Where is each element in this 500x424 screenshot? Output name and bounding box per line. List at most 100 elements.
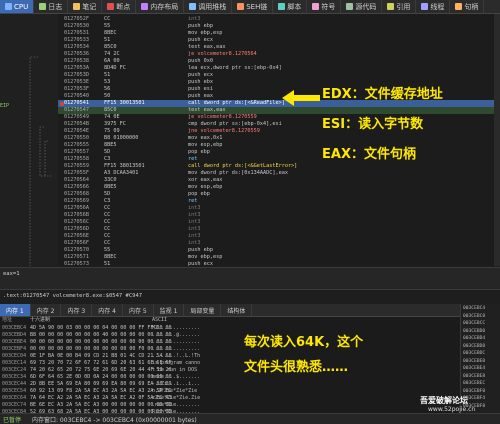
disasm-row[interactable]: 01270569 C3 ret [0, 198, 500, 205]
disasm-row[interactable]: 0127054B 3975 FC cmp dword ptr ss:[ebp-0x4… [0, 121, 500, 128]
disasm-row[interactable]: 0127053D 51 push ecx [0, 72, 500, 79]
dump-tab-6[interactable]: 局部变量 [184, 304, 222, 316]
dump-header-hex: 十六进制 [30, 317, 51, 323]
dump-row[interactable]: 003CEC44 2D 8B EE 5A 69 EA 80 09 69 EA 80… [0, 381, 460, 388]
tab-6[interactable]: SEH链 [232, 0, 274, 13]
disasm-row[interactable]: 0127056E CC int3 [0, 233, 500, 240]
disasm-addr: 0127056E [64, 233, 89, 239]
disassembly-view[interactable]: 0127052F CC int3 01270530 55 push ebp 01270531… [0, 14, 500, 267]
disasm-row[interactable]: 01270557 5D pop ebp [0, 149, 500, 156]
dump-tab-2[interactable]: 内存 3 [61, 304, 93, 316]
tab-4[interactable]: 内存布局 [136, 0, 185, 13]
dump-addr: 003CEC44 [2, 381, 27, 387]
disasm-row[interactable]: 01270559 FF15 38013501 call dword ptr ds:[… [0, 163, 500, 170]
disasm-addr: 01270566 [64, 184, 89, 190]
tab-icon [189, 3, 197, 10]
dump-row[interactable]: 003CEC14 69 73 20 70 72 6F 67 72 61 6D 20… [0, 360, 460, 367]
stack-entry[interactable]: 003CEBC4 [463, 306, 485, 311]
dump-row[interactable]: 003CEC64 7A 64 EC A2 2A 5A EC A3 2A 5A EC… [0, 395, 460, 402]
disasm-row[interactable]: 0127056D CC int3 [0, 226, 500, 233]
tab-icon [237, 3, 245, 10]
address-info-text: .text:01270547 volcemeter8.exe:$0547 #C9… [3, 293, 143, 299]
disasm-row[interactable]: 01270531 8BEC mov ebp,esp [0, 30, 500, 37]
dump-tab-0[interactable]: 内存 1 [0, 304, 31, 316]
tab-7[interactable]: 脚本 [273, 0, 308, 13]
disasm-row[interactable]: 0127055F A3 DCAA3401 mov dword ptr ds:[0x1… [0, 170, 500, 177]
stack-entry[interactable]: 003CEBD8 [463, 344, 485, 349]
stack-entry[interactable]: 003CEBE4 [463, 366, 485, 371]
dump-header: 地址 十六进制 ASCII [0, 317, 460, 324]
stack-entry[interactable]: 003CEBF0 [463, 389, 485, 394]
dump-row[interactable]: 003CEBE4 00 00 00 00 00 00 00 00 00 00 00… [0, 339, 460, 346]
disasm-row[interactable]: 01270570 55 push ebp [0, 247, 500, 254]
disasm-row[interactable]: 0127056B CC int3 [0, 212, 500, 219]
memory-dump-view[interactable]: 地址 十六进制 ASCII 003CEBC4 4D 5A 90 00 03 00 … [0, 317, 460, 415]
dump-row[interactable]: 003CEC24 74 20 62 65 20 72 75 6E 20 69 6E… [0, 367, 460, 374]
dump-row[interactable]: 003CEC74 BE 6E EC A3 2A 5A EC A3 00 00 00… [0, 402, 460, 409]
dump-row[interactable]: 003CEBC4 4D 5A 90 00 03 00 00 00 04 00 00… [0, 325, 460, 332]
disasm-row[interactable]: 0127053A 8D4D FC lea ecx,dword ptr ss:[ebp… [0, 65, 500, 72]
disasm-bytes: CC [104, 226, 111, 232]
tab-9[interactable]: 源代码 [341, 0, 383, 13]
stack-entry[interactable]: 003CEBC8 [463, 314, 485, 319]
tab-1[interactable]: 日志 [34, 0, 69, 13]
disasm-addr: 01270531 [64, 30, 89, 36]
dump-row[interactable]: 003CEBF4 00 00 00 00 00 00 00 00 00 00 00… [0, 346, 460, 353]
disasm-row[interactable]: 01270549 74 0E je volcemeter8.1270559 [0, 114, 500, 121]
dump-tab-4[interactable]: 内存 5 [123, 304, 154, 316]
dump-row[interactable]: 003CEC04 0E 1F BA 0E 00 B4 09 CD 21 B8 01… [0, 353, 460, 360]
disasm-row[interactable]: 0127054E 75 09 jne volcemeter8.1270559 [0, 128, 500, 135]
disasm-row[interactable]: 01270558 C3 ret [0, 156, 500, 163]
stack-entry[interactable]: 003CEBE0 [463, 359, 485, 364]
tab-label: SEH链 [246, 2, 268, 11]
disasm-row[interactable]: 01270547 85C0 test eax,eax [0, 107, 500, 114]
tab-11[interactable]: 线程 [416, 0, 451, 13]
disasm-bytes: 33C0 [104, 177, 117, 183]
dump-tab-3[interactable]: 内存 4 [92, 304, 123, 316]
tab-12[interactable]: 句柄 [450, 0, 485, 13]
disasm-bytes: B8 01000000 [104, 135, 139, 141]
breakpoint-icon[interactable] [60, 101, 64, 106]
tab-5[interactable]: 调用堆栈 [184, 0, 233, 13]
tab-label: 笔记 [82, 2, 97, 11]
dump-row[interactable]: 003CEBD4 B8 00 00 00 00 00 00 00 40 00 00… [0, 332, 460, 339]
disasm-row[interactable]: 01270571 8BEC mov ebp,esp [0, 254, 500, 261]
disasm-row[interactable]: 0127056C CC int3 [0, 219, 500, 226]
disasm-row[interactable]: 01270555 8BE5 mov esp,ebp [0, 142, 500, 149]
dump-row[interactable]: 003CEC54 60 92 13 09 F8 2A 5A EC A3 2A 5A… [0, 388, 460, 395]
stack-entry[interactable]: 003CEBDC [463, 351, 485, 356]
disasm-row[interactable]: 01270533 51 push ecx [0, 37, 500, 44]
disasm-row[interactable]: 0127056A CC int3 [0, 205, 500, 212]
stack-entry[interactable]: 003CEBEC [463, 381, 485, 386]
dump-row[interactable]: 003CEC34 6D 6F 64 65 2E 0D 0D 0A 24 00 00… [0, 374, 460, 381]
tab-2[interactable]: 笔记 [68, 0, 103, 13]
disasm-scrollbar[interactable] [494, 14, 500, 266]
disasm-row[interactable]: 01270534 85C0 test eax,eax [0, 44, 500, 51]
stack-entry[interactable]: 003CEBCC [463, 321, 485, 326]
disasm-row[interactable]: 01270536 74 2C je volcemeter8.1270564 [0, 51, 500, 58]
annotation-dump-note-1: 每次读入64K，这个 [244, 335, 364, 350]
stack-entry[interactable]: 003CEBD4 [463, 336, 485, 341]
disasm-row[interactable]: 01270568 5D pop ebp [0, 191, 500, 198]
dump-tab-7[interactable]: 结构体 [221, 304, 253, 316]
disasm-row[interactable]: 0127052F CC int3 [0, 16, 500, 23]
disasm-addr: 0127053A [64, 65, 89, 71]
disasm-row[interactable]: 01270530 55 push ebp [0, 23, 500, 30]
stack-entry[interactable]: 003CEBE8 [463, 374, 485, 379]
tab-10[interactable]: 引用 [382, 0, 417, 13]
disasm-addr: 0127053D [64, 72, 89, 78]
tab-8[interactable]: 符号 [307, 0, 342, 13]
stack-entry[interactable]: 003CEBD0 [463, 329, 485, 334]
disasm-row[interactable]: 01270538 6A 00 push 0x0 [0, 58, 500, 65]
disasm-row[interactable]: 0127056F CC int3 [0, 240, 500, 247]
disasm-row[interactable]: 01270550 B8 01000000 mov eax,0x1 [0, 135, 500, 142]
dump-addr: 003CEBD4 [2, 332, 27, 338]
tab-0[interactable]: CPU [0, 0, 35, 13]
disasm-row[interactable]: 01270566 8BE5 mov esp,ebp [0, 184, 500, 191]
status-bar: 已暂停 内存窗口: 003CEBC4 -> 003CEBC4 (0x000000… [0, 413, 500, 424]
dump-tab-5[interactable]: 监视 1 [154, 304, 185, 316]
tab-3[interactable]: 断点 [102, 0, 137, 13]
dump-header-ascii: ASCII [152, 317, 168, 323]
dump-tab-1[interactable]: 内存 2 [31, 304, 62, 316]
disasm-row[interactable]: 01270564 33C0 xor eax,eax [0, 177, 500, 184]
